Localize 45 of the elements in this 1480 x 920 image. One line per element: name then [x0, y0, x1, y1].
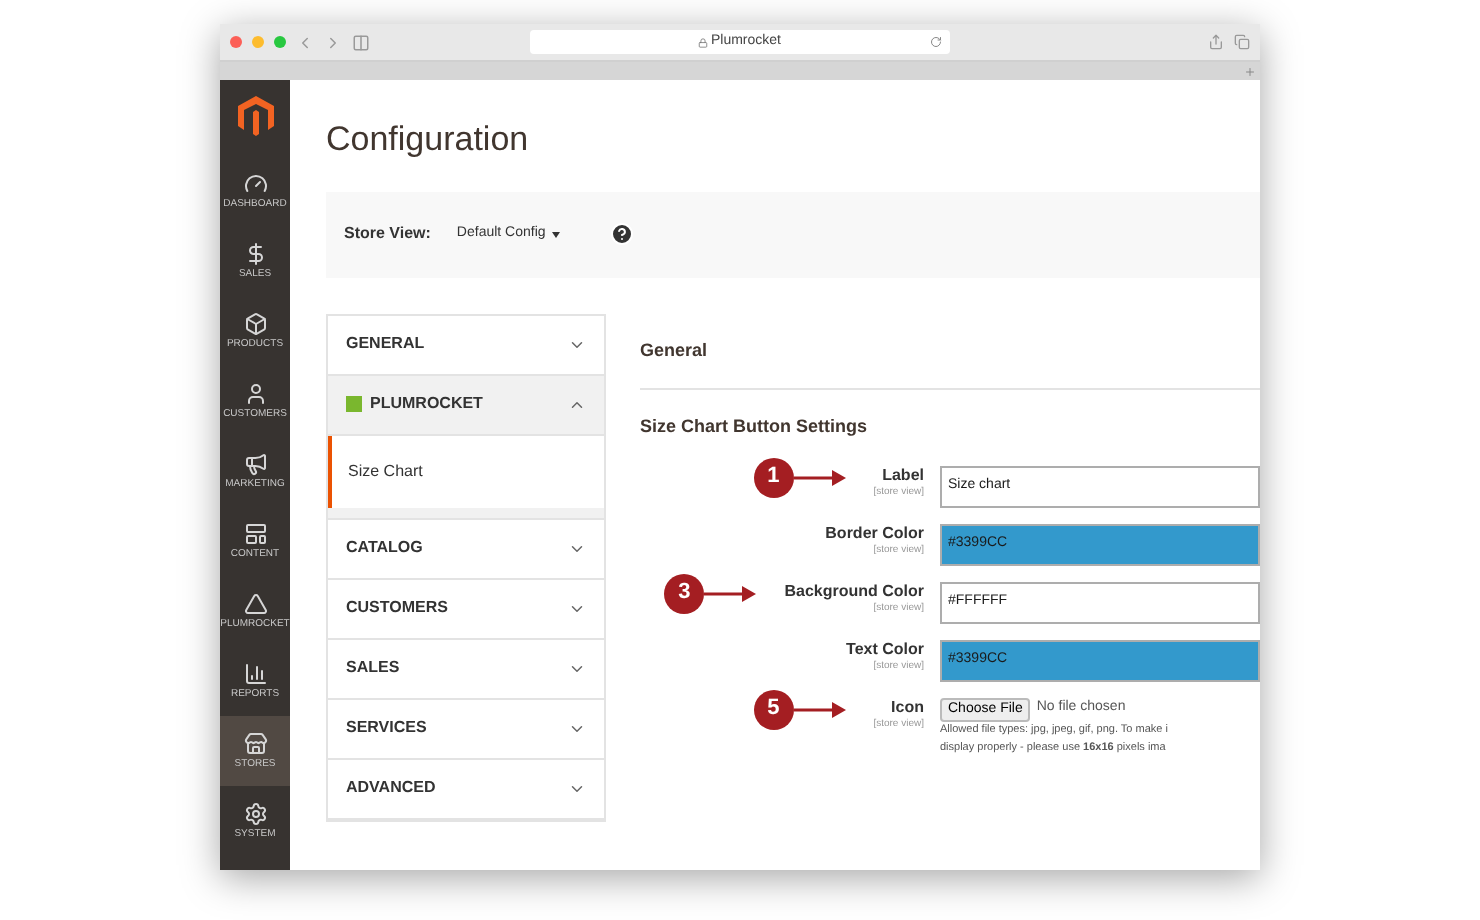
tabs-icon[interactable] [1234, 34, 1250, 50]
section-tab[interactable]: SALES [328, 639, 604, 699]
forward-icon[interactable] [324, 33, 342, 51]
field-label: Text Color [846, 639, 924, 659]
section-tab[interactable]: PLUMROCKET [328, 375, 604, 435]
store-view-label: Store View: [344, 222, 431, 246]
maximize-icon[interactable] [274, 36, 286, 48]
menu-icon [243, 592, 267, 616]
section-tab[interactable]: ADVANCED [328, 759, 604, 819]
minimize-icon[interactable] [252, 36, 264, 48]
menu-icon [243, 382, 267, 406]
reload-icon[interactable] [930, 36, 942, 48]
fieldset-title: Size Chart Button Settings [640, 414, 870, 440]
menu-icon [243, 452, 267, 476]
field-label: Background Color [784, 581, 924, 601]
callout-number: 3 [664, 573, 705, 613]
field-label: Label [882, 465, 924, 485]
lock-icon [698, 37, 709, 47]
sidebar-icon[interactable] [352, 33, 370, 51]
section-tab[interactable]: SERVICES [328, 699, 604, 759]
arrow-icon [793, 701, 846, 717]
field-label: Icon [891, 697, 924, 717]
arrow-icon [793, 469, 846, 485]
section-tab[interactable]: CUSTOMERS [328, 579, 604, 639]
callout-number: 1 [753, 457, 794, 497]
field-label: Border Color [825, 523, 924, 543]
callout-number: 5 [753, 689, 794, 729]
menu-icon [243, 522, 267, 546]
help-icon[interactable] [609, 222, 634, 246]
page-title: Configuration [326, 118, 531, 162]
menu-icon [243, 172, 267, 196]
back-icon[interactable] [296, 33, 314, 51]
close-icon[interactable] [230, 36, 242, 48]
section-link[interactable]: Size Chart [328, 435, 604, 507]
share-icon[interactable] [1208, 34, 1224, 50]
menu-icon [243, 242, 267, 266]
group-title[interactable]: General [640, 313, 1260, 390]
section-tab[interactable]: CATALOG [328, 519, 604, 579]
menu-icon [243, 802, 267, 826]
logo-icon [237, 96, 273, 136]
menu-icon [243, 662, 267, 686]
arrow-icon [704, 585, 757, 601]
menu-icon [243, 732, 267, 756]
new-tab-icon[interactable] [1244, 65, 1256, 77]
menu-icon [243, 312, 267, 336]
